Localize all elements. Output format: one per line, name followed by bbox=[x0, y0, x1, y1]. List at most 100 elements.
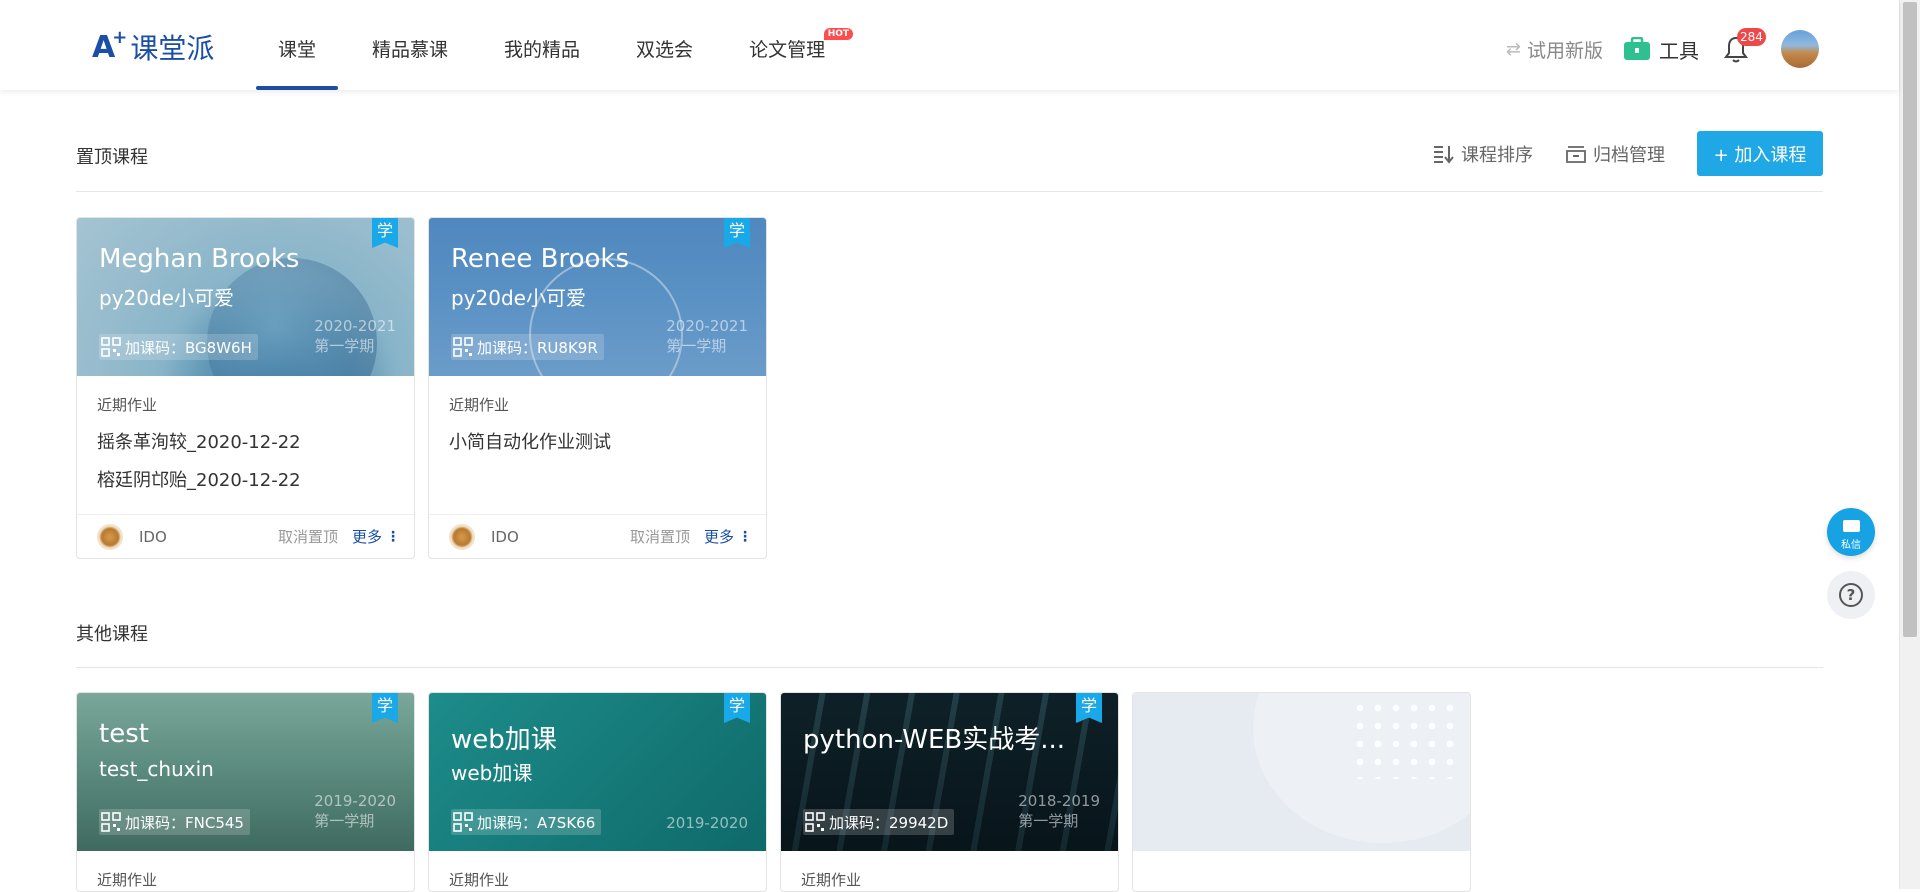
course-card[interactable]: test test_chuxin 2019-2020 第一学期 加课码：FNC5… bbox=[76, 692, 415, 892]
user-avatar[interactable] bbox=[1781, 30, 1819, 68]
course-term: 2020-2021 第一学期 bbox=[314, 316, 396, 356]
main-nav: 课堂 精品慕课 我的精品 双选会 论文管理 HOT bbox=[256, 0, 859, 90]
course-subtitle: test_chuxin bbox=[99, 757, 214, 781]
question-icon: ? bbox=[1839, 583, 1863, 607]
sort-label: 课程排序 bbox=[1461, 144, 1533, 166]
student-ribbon: 学 bbox=[372, 218, 398, 248]
unpin-button[interactable]: 取消置顶 bbox=[630, 526, 690, 547]
archive-icon bbox=[1566, 145, 1586, 163]
course-card[interactable]: Meghan Brooks py20de小可爱 2020-2021 第一学期 加… bbox=[76, 217, 415, 559]
course-semester: 第一学期 bbox=[666, 337, 727, 355]
student-ribbon: 学 bbox=[1076, 693, 1102, 723]
course-card[interactable]: web加课 web加课 2019-2020 加课码：A7SK66 学 近期作业 bbox=[428, 692, 767, 892]
more-label: 更多 bbox=[703, 528, 734, 546]
recent-homework-label: 近期作业 bbox=[97, 396, 158, 414]
help-button[interactable]: ? bbox=[1827, 571, 1875, 619]
nav-item-classroom[interactable]: 课堂 bbox=[256, 0, 339, 90]
qr-code-icon bbox=[101, 812, 121, 832]
swap-icon: ⇄ bbox=[1505, 38, 1521, 60]
recent-homework-label: 近期作业 bbox=[449, 871, 510, 889]
homework-item[interactable]: 小简自动化作业测试 bbox=[449, 428, 611, 454]
course-code-text: 加课码：RU8K9R bbox=[477, 338, 598, 357]
nav-label: 课堂 bbox=[278, 39, 317, 61]
course-code[interactable]: 加课码：A7SK66 bbox=[451, 809, 602, 835]
private-message-button[interactable]: 私信 bbox=[1827, 508, 1875, 556]
nav-item-thesis[interactable]: 论文管理 HOT bbox=[727, 0, 854, 90]
course-code[interactable]: 加课码：29942D bbox=[803, 809, 955, 835]
unpin-button[interactable]: 取消置顶 bbox=[278, 526, 338, 547]
course-year: 2020-2021 bbox=[666, 317, 748, 335]
tools-label: 工具 bbox=[1659, 38, 1699, 63]
more-button[interactable]: 更多 ⋮ bbox=[352, 526, 400, 547]
course-code[interactable]: 加课码：FNC545 bbox=[99, 809, 250, 835]
student-ribbon: 学 bbox=[724, 693, 750, 723]
nav-item-job-fair[interactable]: 双选会 bbox=[614, 0, 715, 90]
more-label: 更多 bbox=[351, 528, 382, 546]
student-ribbon: 学 bbox=[372, 693, 398, 723]
course-card[interactable]: Renee Brooks py20de小可爱 2020-2021 第一学期 加课… bbox=[428, 217, 767, 559]
course-code-text: 加课码：BG8W6H bbox=[125, 338, 252, 357]
logo-plus: + bbox=[112, 26, 127, 48]
archive-management-button[interactable]: 归档管理 bbox=[1565, 141, 1665, 167]
course-cover[interactable]: test test_chuxin 2019-2020 第一学期 加课码：FNC5… bbox=[77, 693, 414, 851]
course-title: Meghan Brooks bbox=[99, 244, 300, 274]
course-semester: 第一学期 bbox=[1018, 812, 1079, 830]
course-card[interactable]: python-WEB实战考... 2018-2019 第一学期 加课码：2994… bbox=[780, 692, 1119, 892]
course-title: test bbox=[99, 719, 149, 749]
more-button[interactable]: 更多 ⋮ bbox=[704, 526, 752, 547]
section-divider bbox=[76, 667, 1823, 668]
course-cover[interactable]: python-WEB实战考... 2018-2019 第一学期 加课码：2994… bbox=[781, 693, 1118, 851]
empty-course-card[interactable] bbox=[1132, 692, 1471, 892]
try-new-version-link[interactable]: ⇄ 试用新版 bbox=[1506, 36, 1603, 63]
course-sort-button[interactable]: 课程排序 bbox=[1433, 141, 1533, 167]
logo-text: 课堂派 bbox=[130, 32, 215, 65]
student-ribbon: 学 bbox=[724, 218, 750, 248]
course-code-text: 加课码：FNC545 bbox=[125, 813, 244, 832]
course-code[interactable]: 加课码：BG8W6H bbox=[99, 334, 258, 360]
course-code[interactable]: 加课码：RU8K9R bbox=[451, 334, 604, 360]
course-cover[interactable]: Renee Brooks py20de小可爱 2020-2021 第一学期 加课… bbox=[429, 218, 766, 376]
nav-item-my-courses[interactable]: 我的精品 bbox=[482, 0, 602, 90]
homework-item[interactable]: 榕廷阴邙贻_2020-12-22 bbox=[97, 466, 301, 492]
homework-item[interactable]: 摇条革洵较_2020-12-22 bbox=[97, 428, 301, 454]
join-course-button[interactable]: + 加入课程 bbox=[1697, 131, 1823, 176]
pinned-section-title: 置顶课程 bbox=[76, 147, 148, 168]
course-cover[interactable]: Meghan Brooks py20de小可爱 2020-2021 第一学期 加… bbox=[77, 218, 414, 376]
tools-button[interactable]: 工具 bbox=[1623, 35, 1699, 64]
course-year: 2019-2020 bbox=[666, 814, 748, 832]
nav-label: 论文管理 bbox=[749, 39, 826, 61]
envelope-icon bbox=[1843, 520, 1860, 532]
pinned-actions: 课程排序 归档管理 + 加入课程 bbox=[1433, 131, 1823, 176]
hot-badge: HOT bbox=[823, 28, 854, 40]
course-term: 2019-2020 第一学期 bbox=[314, 791, 396, 831]
more-dots-icon: ⋮ bbox=[386, 528, 400, 545]
owner-avatar bbox=[97, 523, 123, 550]
course-semester: 第一学期 bbox=[314, 337, 375, 355]
other-section-title: 其他课程 bbox=[76, 624, 148, 645]
nav-label: 双选会 bbox=[636, 39, 694, 61]
course-year: 2020-2021 bbox=[314, 317, 396, 335]
vertical-scrollbar[interactable] bbox=[1899, 0, 1920, 889]
course-subtitle: py20de小可爱 bbox=[451, 286, 586, 310]
recent-homework-label: 近期作业 bbox=[97, 871, 158, 889]
course-code-text: 加课码：A7SK66 bbox=[477, 813, 596, 832]
archive-label: 归档管理 bbox=[1593, 144, 1665, 166]
logo[interactable]: A + 课堂派 bbox=[92, 26, 215, 66]
owner-name: IDO bbox=[139, 527, 167, 546]
qr-code-icon bbox=[453, 812, 473, 832]
scrollbar-thumb[interactable] bbox=[1903, 2, 1917, 637]
owner-name: IDO bbox=[491, 527, 519, 546]
notification-badge: 284 bbox=[1737, 28, 1766, 46]
private-message-label: 私信 bbox=[1841, 540, 1861, 551]
course-title: Renee Brooks bbox=[451, 244, 630, 274]
qr-code-icon bbox=[453, 337, 473, 357]
course-title: python-WEB实战考... bbox=[803, 725, 1066, 755]
course-cover[interactable]: web加课 web加课 2019-2020 加课码：A7SK66 学 bbox=[429, 693, 766, 851]
section-divider bbox=[76, 191, 1823, 192]
notification-bell[interactable]: 284 bbox=[1723, 28, 1766, 64]
course-term: 2018-2019 第一学期 bbox=[1018, 791, 1100, 831]
nav-item-mooc[interactable]: 精品慕课 bbox=[350, 0, 470, 90]
course-year: 2019-2020 bbox=[314, 792, 396, 810]
course-term: 2019-2020 bbox=[666, 813, 748, 833]
recent-homework-label: 近期作业 bbox=[449, 396, 510, 414]
